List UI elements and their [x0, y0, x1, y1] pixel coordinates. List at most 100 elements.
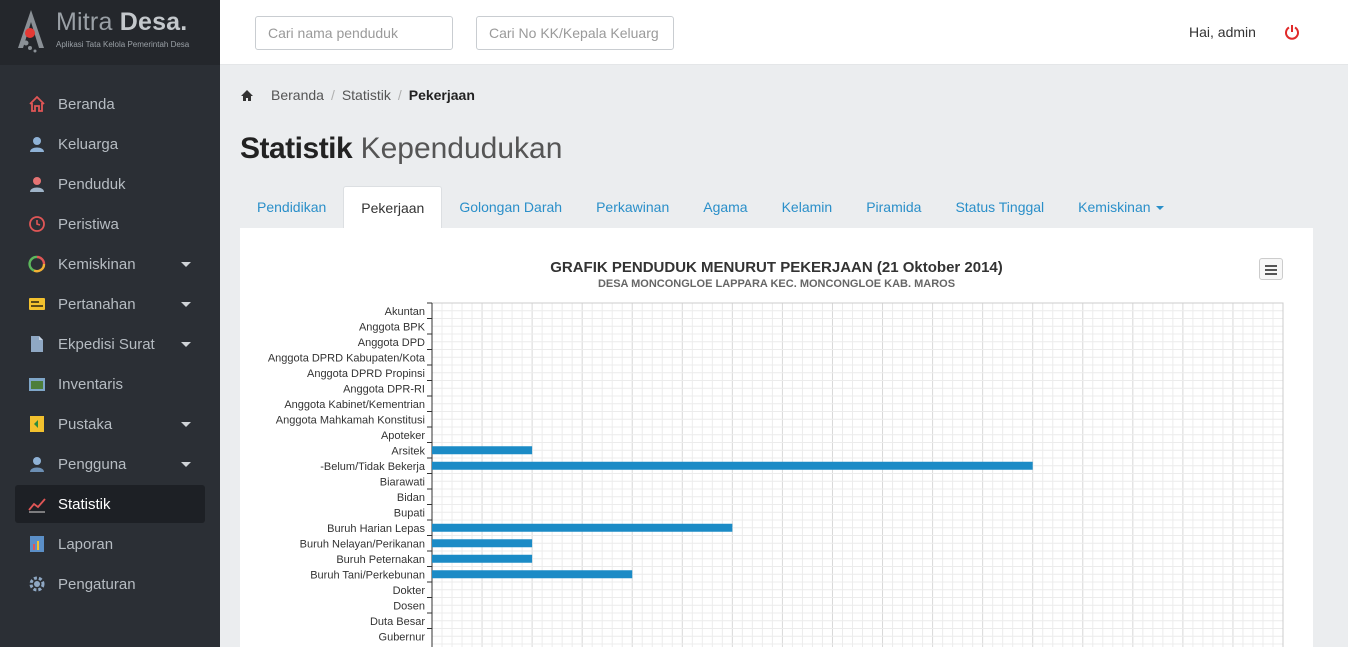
y-tick-label: Anggota DPRD Propinsi [307, 368, 425, 380]
breadcrumb-separator: / [330, 87, 335, 103]
user-greeting[interactable]: Hai, admin [1189, 24, 1256, 40]
tab-agama[interactable]: Agama [686, 186, 764, 228]
sidebar-item-label: Statistik [58, 495, 111, 513]
tab-kemiskinan[interactable]: Kemiskinan [1061, 186, 1180, 228]
y-tick-label: Bupati [394, 507, 425, 519]
sidebar-item-pustaka[interactable]: Pustaka [15, 405, 205, 443]
y-tick-label: Buruh Peternakan [336, 554, 425, 566]
y-tick-label: Duta Besar [370, 616, 425, 628]
y-tick-label: Anggota DPD [358, 337, 425, 349]
sidebar-item-label: Kemiskinan [58, 255, 136, 273]
sidebar-item-laporan[interactable]: Laporan [15, 525, 205, 563]
tab-status-tinggal[interactable]: Status Tinggal [938, 186, 1061, 228]
breadcrumb-separator: / [397, 87, 402, 103]
y-tick-label: Dosen [393, 600, 425, 612]
y-tick-label: Anggota Kabinet/Kementrian [284, 399, 425, 411]
y-tick-label: Buruh Nelayan/Perikanan [300, 538, 425, 550]
inventory-icon [27, 374, 47, 394]
y-tick-label: Anggota DPR-RI [343, 383, 425, 395]
top-bar: Hai, admin [220, 0, 1348, 65]
chevron-down-icon [181, 302, 191, 307]
tab-perkawinan[interactable]: Perkawinan [579, 186, 686, 228]
sidebar-item-label: Beranda [58, 95, 115, 113]
power-icon[interactable] [1284, 24, 1300, 40]
family-icon [27, 134, 47, 154]
people-icon [27, 174, 47, 194]
home-icon[interactable] [240, 89, 254, 102]
y-tick-label: Gubernur [379, 631, 426, 643]
sidebar-item-statistik[interactable]: Statistik [15, 485, 205, 523]
sidebar-item-inventaris[interactable]: Inventaris [15, 365, 205, 403]
bar[interactable] [432, 539, 533, 548]
bar[interactable] [432, 554, 533, 563]
breadcrumb: Beranda / Statistik / Pekerjaan [240, 87, 475, 103]
page-title-bold: Statistik [240, 132, 353, 165]
breadcrumb-current: Pekerjaan [408, 87, 475, 103]
y-tick-label: Arsitek [391, 445, 425, 457]
breadcrumb-statistik[interactable]: Statistik [342, 87, 391, 103]
home-icon [27, 94, 47, 114]
sidebar-item-pengaturan[interactable]: Pengaturan [15, 565, 205, 603]
sidebar-item-penduduk[interactable]: Penduduk [15, 165, 205, 203]
tab-golongan-darah[interactable]: Golongan Darah [442, 186, 579, 228]
sidebar-menu: Beranda Keluarga Penduduk Peristiwa Kemi… [15, 85, 205, 605]
y-tick-label: -Belum/Tidak Bekerja [320, 461, 426, 473]
user-icon [27, 454, 47, 474]
chart-grid [431, 302, 1284, 647]
chevron-down-icon [181, 462, 191, 467]
mitra-desa-logo [18, 10, 44, 53]
sidebar-item-kemiskinan[interactable]: Kemiskinan [15, 245, 205, 283]
report-icon [27, 534, 47, 554]
cycle-icon [27, 254, 47, 274]
sidebar-item-label: Pengguna [58, 455, 127, 473]
sidebar-item-label: Pertanahan [58, 295, 136, 313]
caret-down-icon [1155, 206, 1164, 211]
stat-tabs: Pendidikan Pekerjaan Golongan Darah Perk… [240, 186, 1181, 228]
brand: Mitra Desa. Aplikasi Tata Kelola Pemerin… [0, 0, 220, 65]
sidebar-item-label: Ekpedisi Surat [58, 335, 155, 353]
book-icon [27, 414, 47, 434]
sidebar-item-peristiwa[interactable]: Peristiwa [15, 205, 205, 243]
chart-panel: GRAFIK PENDUDUK MENURUT PEKERJAAN (21 Ok… [240, 228, 1313, 647]
chevron-down-icon [181, 262, 191, 267]
y-tick-label: Dokter [393, 585, 426, 597]
sidebar-item-pengguna[interactable]: Pengguna [15, 445, 205, 483]
sidebar-item-label: Inventaris [58, 375, 124, 393]
sidebar-item-ekpedisi-surat[interactable]: Ekpedisi Surat [15, 325, 205, 363]
y-tick-label: Anggota BPK [359, 321, 426, 333]
tab-piramida[interactable]: Piramida [849, 186, 938, 228]
sidebar: Mitra Desa. Aplikasi Tata Kelola Pemerin… [0, 0, 220, 647]
sidebar-item-keluarga[interactable]: Keluarga [15, 125, 205, 163]
sidebar-item-label: Penduduk [58, 175, 126, 193]
sidebar-item-label: Peristiwa [58, 215, 119, 233]
bar[interactable] [432, 461, 1033, 470]
sidebar-item-label: Pengaturan [58, 575, 136, 593]
sidebar-item-beranda[interactable]: Beranda [15, 85, 205, 123]
breadcrumb-beranda[interactable]: Beranda [271, 87, 324, 103]
bar-chart: Akuntan Anggota BPK Anggota DPD Anggota DPR… [268, 302, 1284, 647]
tab-kelamin[interactable]: Kelamin [765, 186, 850, 228]
page-title: Statistik Kependudukan [240, 132, 562, 166]
tab-pekerjaan[interactable]: Pekerjaan [343, 186, 443, 228]
chevron-down-icon [181, 422, 191, 427]
tab-pendidikan[interactable]: Pendidikan [240, 186, 343, 228]
sidebar-item-pertanahan[interactable]: Pertanahan [15, 285, 205, 323]
clock-icon [27, 214, 47, 234]
search-kk-input[interactable] [476, 16, 674, 50]
brand-name: Mitra Desa. [56, 8, 187, 37]
tab-kemiskinan-label: Kemiskinan [1078, 199, 1151, 215]
chart-line-icon [27, 494, 47, 514]
brand-name-light: Mitra [56, 8, 113, 36]
y-tick-label: Buruh Harian Lepas [327, 523, 425, 535]
land-icon [27, 294, 47, 314]
y-tick-label: Bidan [397, 492, 425, 504]
brand-name-bold: Desa. [119, 8, 188, 36]
y-tick-label: Anggota Mahkamah Konstitusi [276, 414, 425, 426]
bar[interactable] [432, 446, 533, 455]
bar[interactable] [432, 570, 633, 579]
search-name-input[interactable] [255, 16, 453, 50]
y-tick-label: Anggota DPRD Kabupaten/Kota [268, 352, 426, 364]
page-title-light: Kependudukan [360, 132, 563, 165]
bar[interactable] [432, 523, 733, 532]
y-tick-label: Apoteker [381, 430, 425, 442]
